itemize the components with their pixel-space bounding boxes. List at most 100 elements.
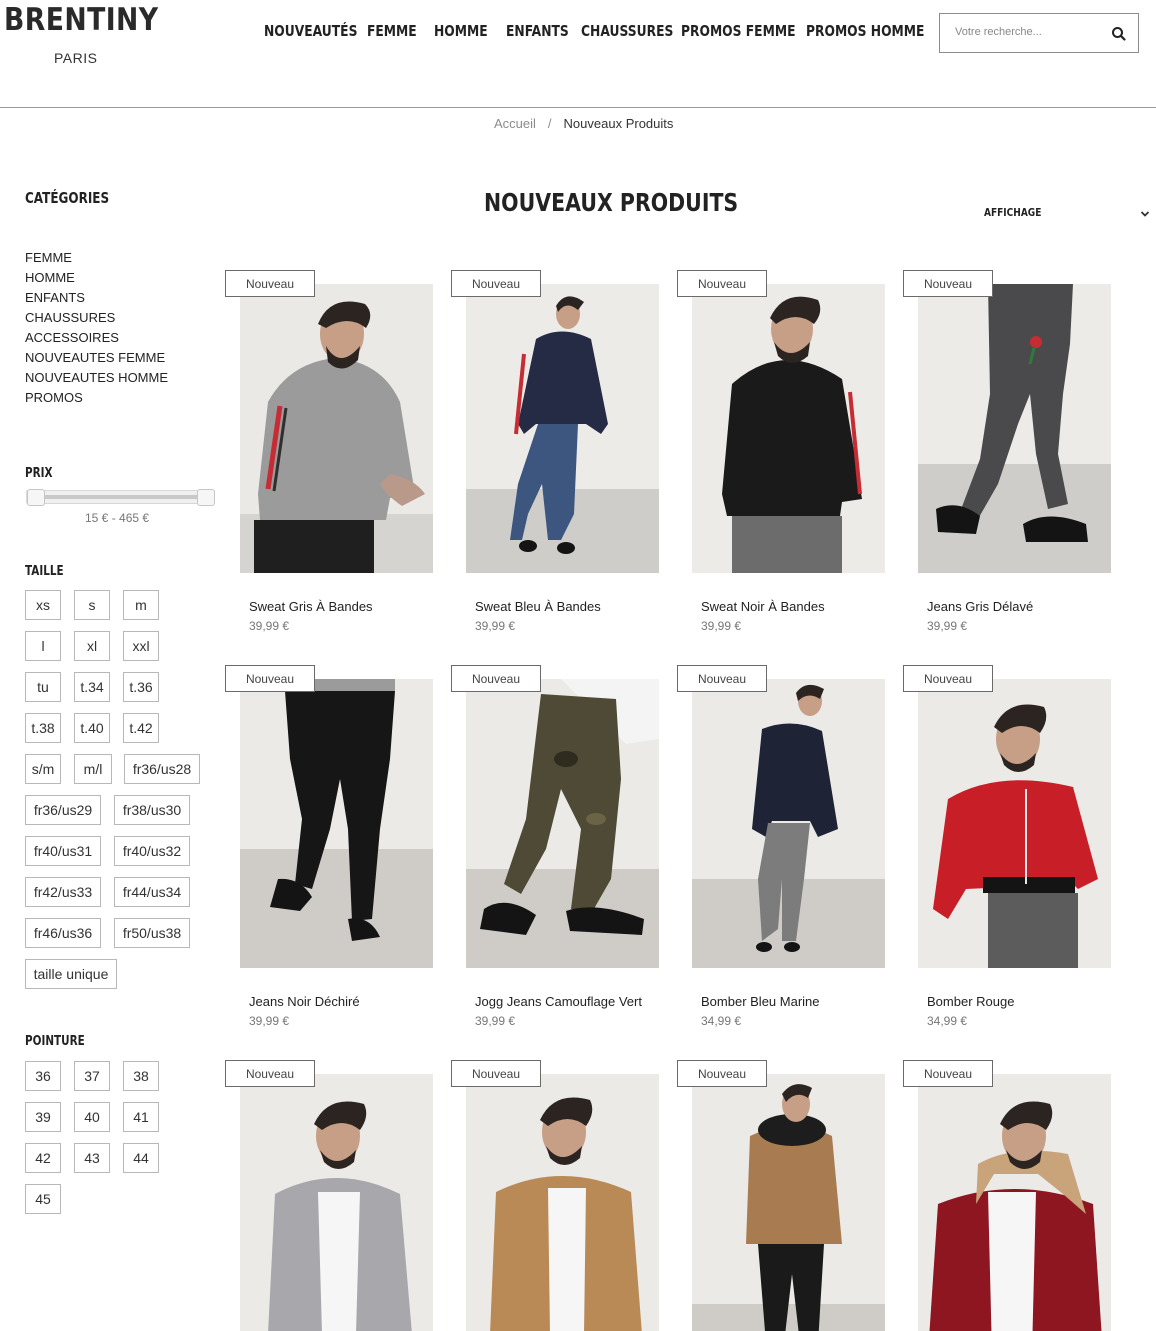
price-range-text: 15 € - 465 € xyxy=(85,511,150,525)
price-slider[interactable] xyxy=(26,489,215,506)
shoe-size-option-39[interactable]: 39 xyxy=(25,1102,61,1132)
product-price: 39,99 € xyxy=(701,619,742,633)
product-name[interactable]: Bomber Bleu Marine xyxy=(701,994,820,1009)
shoe-size-option-43[interactable]: 43 xyxy=(74,1143,110,1173)
new-badge: Nouveau xyxy=(451,270,541,297)
size-option-t36[interactable]: t.36 xyxy=(123,672,159,702)
size-option-xxl[interactable]: xxl xyxy=(123,631,159,661)
size-option-s[interactable]: s xyxy=(74,590,110,620)
product-name[interactable]: Jogg Jeans Camouflage Vert xyxy=(475,994,642,1009)
price-slider-min-handle[interactable] xyxy=(27,489,45,506)
shoe-size-option-40[interactable]: 40 xyxy=(74,1102,110,1132)
size-option-t34[interactable]: t.34 xyxy=(74,672,110,702)
product-image-black-hoodie[interactable] xyxy=(692,284,885,573)
shoe-size-option-42[interactable]: 42 xyxy=(25,1143,61,1173)
new-badge: Nouveau xyxy=(451,665,541,692)
product-name[interactable]: Sweat Noir À Bandes xyxy=(701,599,825,614)
size-option-t38[interactable]: t.38 xyxy=(25,713,61,743)
product-card[interactable]: Nouveau Bomber Rouge 34,99 € xyxy=(903,665,1115,1035)
product-card[interactable]: Nouveau xyxy=(903,1060,1115,1331)
product-card[interactable]: Nouveau xyxy=(451,1060,663,1331)
product-image-grey-jeans[interactable] xyxy=(918,284,1111,573)
product-image-red-bomber[interactable] xyxy=(918,679,1111,968)
size-option-fr42-us33[interactable]: fr42/us33 xyxy=(25,877,101,907)
breadcrumb-home-link[interactable]: Accueil xyxy=(494,116,536,131)
new-badge: Nouveau xyxy=(225,270,315,297)
shoe-size-option-37[interactable]: 37 xyxy=(74,1061,110,1091)
size-option-xs[interactable]: xs xyxy=(25,590,61,620)
product-card[interactable]: Nouveau Bomber Bleu Marine 34,99 € xyxy=(677,665,889,1035)
product-card[interactable]: Nouveau Jogg Jeans Camouflage Vert 39,99… xyxy=(451,665,663,1035)
size-option-fr50-us38[interactable]: fr50/us38 xyxy=(114,918,190,948)
nav-item-chaussures[interactable]: CHAUSSURES xyxy=(581,22,673,40)
display-dropdown[interactable]: AFFICHAGE xyxy=(984,206,1041,219)
search-input[interactable] xyxy=(955,26,1105,38)
product-image-red-parka[interactable] xyxy=(918,1074,1111,1331)
price-heading: PRIX xyxy=(25,466,53,481)
product-card[interactable]: Nouveau xyxy=(677,1060,889,1331)
size-option-m[interactable]: m xyxy=(123,590,159,620)
product-card[interactable]: Nouveau Sweat Bleu À Bandes 39,99 € xyxy=(451,270,663,640)
product-image-camel-parka[interactable] xyxy=(692,1074,885,1331)
nav-item-promos-femme[interactable]: PROMOS FEMME xyxy=(681,22,795,40)
size-option-fr36-us28[interactable]: fr36/us28 xyxy=(124,754,200,784)
size-option-fr40-us31[interactable]: fr40/us31 xyxy=(25,836,101,866)
size-option-l[interactable]: l xyxy=(25,631,61,661)
product-name[interactable]: Bomber Rouge xyxy=(927,994,1014,1009)
product-image-navy-bomber[interactable] xyxy=(692,679,885,968)
shoe-size-heading: POINTURE xyxy=(25,1034,85,1049)
category-item-promos[interactable]: PROMOS xyxy=(25,388,168,408)
price-slider-max-handle[interactable] xyxy=(197,489,215,506)
product-price: 39,99 € xyxy=(249,619,290,633)
size-option-xl[interactable]: xl xyxy=(74,631,110,661)
nav-item-enfants[interactable]: ENFANTS xyxy=(506,22,569,40)
product-card[interactable]: Nouveau Sweat Noir À Bandes 39,99 € xyxy=(677,270,889,640)
brand-logo[interactable]: BRENTINY PARIS xyxy=(4,2,158,66)
product-price: 39,99 € xyxy=(475,1014,516,1028)
shoe-size-option-45[interactable]: 45 xyxy=(25,1184,61,1214)
product-card[interactable]: Nouveau Jeans Noir Déchiré 39,99 € xyxy=(225,665,437,1035)
size-option-fr38-us30[interactable]: fr38/us30 xyxy=(114,795,190,825)
product-name[interactable]: Sweat Gris À Bandes xyxy=(249,599,373,614)
product-image-camel-bomber[interactable] xyxy=(466,1074,659,1331)
size-option-fr46-us36[interactable]: fr46/us36 xyxy=(25,918,101,948)
product-name[interactable]: Jeans Noir Déchiré xyxy=(249,994,360,1009)
size-option-fr36-us29[interactable]: fr36/us29 xyxy=(25,795,101,825)
size-option-ml[interactable]: m/l xyxy=(74,754,112,784)
size-option-fr44-us34[interactable]: fr44/us34 xyxy=(114,877,190,907)
product-card[interactable]: Nouveau Jeans Gris Délavé 39,99 € xyxy=(903,270,1115,640)
category-item-enfants[interactable]: ENFANTS xyxy=(25,288,168,308)
product-card[interactable]: Nouveau Sweat Gris À Bandes 39,99 € xyxy=(225,270,437,640)
product-image-camo-jogger[interactable] xyxy=(466,679,659,968)
category-item-femme[interactable]: FEMME xyxy=(25,248,168,268)
page-title: NOUVEAUX PRODUITS xyxy=(484,188,739,217)
category-item-chaussures[interactable]: CHAUSSURES xyxy=(25,308,168,328)
product-image-grey-hoodie[interactable] xyxy=(240,284,433,573)
product-image-grey-bomber[interactable] xyxy=(240,1074,433,1331)
product-card[interactable]: Nouveau xyxy=(225,1060,437,1331)
size-option-sm[interactable]: s/m xyxy=(25,754,61,784)
product-name[interactable]: Jeans Gris Délavé xyxy=(927,599,1033,614)
shoe-size-option-36[interactable]: 36 xyxy=(25,1061,61,1091)
nav-item-femme[interactable]: FEMME xyxy=(367,22,422,40)
size-option-fr40-us32[interactable]: fr40/us32 xyxy=(114,836,190,866)
product-image-navy-hoodie[interactable] xyxy=(466,284,659,573)
product-image-black-jeans[interactable] xyxy=(240,679,433,968)
search-icon[interactable] xyxy=(1110,25,1128,43)
category-item-accessoires[interactable]: ACCESSOIRES xyxy=(25,328,168,348)
nav-item-promos-homme[interactable]: PROMOS HOMME xyxy=(806,22,924,40)
size-option-t42[interactable]: t.42 xyxy=(123,713,159,743)
size-option-t40[interactable]: t.40 xyxy=(74,713,110,743)
category-item-nouveautes-femme[interactable]: NOUVEAUTES FEMME xyxy=(25,348,168,368)
category-item-nouveautes-homme[interactable]: NOUVEAUTES HOMME xyxy=(25,368,168,388)
shoe-size-option-41[interactable]: 41 xyxy=(123,1102,159,1132)
nav-item-homme[interactable]: HOMME xyxy=(434,22,493,40)
chevron-down-icon[interactable] xyxy=(1140,206,1150,217)
nav-item-nouveautes[interactable]: NOUVEAUTÉS xyxy=(264,22,357,40)
shoe-size-option-44[interactable]: 44 xyxy=(123,1143,159,1173)
product-name[interactable]: Sweat Bleu À Bandes xyxy=(475,599,601,614)
category-item-homme[interactable]: HOMME xyxy=(25,268,168,288)
size-option-tu[interactable]: tu xyxy=(25,672,61,702)
shoe-size-option-38[interactable]: 38 xyxy=(123,1061,159,1091)
size-option-taille-unique[interactable]: taille unique xyxy=(25,959,117,989)
